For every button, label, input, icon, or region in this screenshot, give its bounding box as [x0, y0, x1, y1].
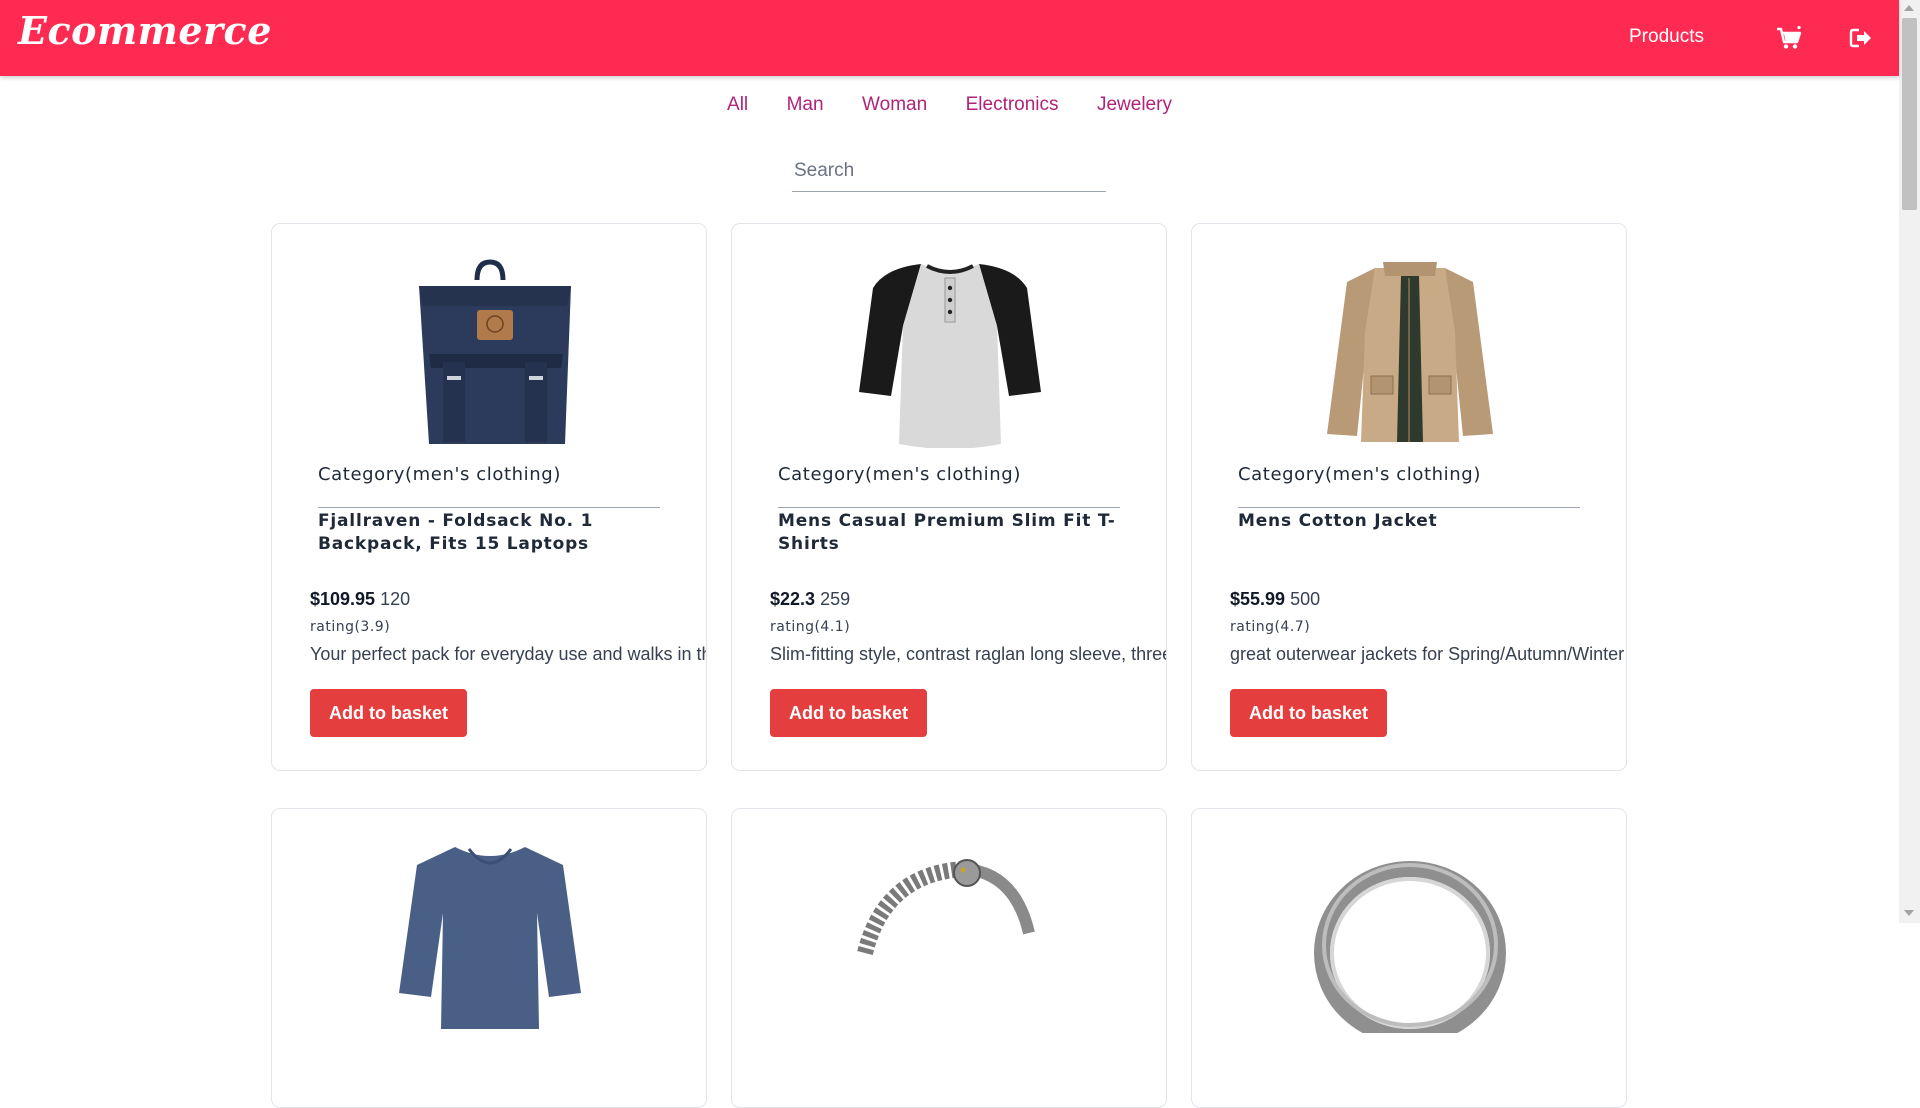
product-count: 500	[1290, 589, 1321, 609]
product-description: Your perfect pack for everyday use and w…	[310, 644, 706, 664]
cotton-jacket-image	[1327, 262, 1493, 442]
filter-man[interactable]: Man	[787, 94, 824, 116]
cart-icon[interactable]	[1775, 24, 1803, 52]
product-rating: rating(4.1)	[770, 619, 851, 635]
product-title: Mens Casual Premium Slim Fit T-Shirts	[778, 511, 1116, 554]
scroll-up-arrow-icon[interactable]	[1904, 5, 1914, 11]
product-title: Fjallraven - Foldsack No. 1 Backpack, Fi…	[318, 511, 594, 554]
divider	[1238, 507, 1580, 508]
raglan-shirt-image	[859, 264, 1041, 448]
brand-logo[interactable]: Ecommerce	[18, 8, 272, 53]
long-sleeve-tee-image	[399, 847, 581, 1029]
silver-ring-image	[1314, 861, 1506, 1033]
search-input[interactable]	[792, 150, 1106, 192]
product-price: $22.3	[770, 589, 816, 609]
filter-woman[interactable]: Woman	[862, 94, 927, 116]
page-scrollbar[interactable]	[1899, 0, 1920, 923]
product-card: Category(men's clothing) Mens Casual Pre…	[731, 223, 1167, 771]
filter-all[interactable]: All	[727, 94, 748, 116]
product-category: Category(men's clothing)	[778, 464, 1021, 485]
filter-jewelery[interactable]: Jewelery	[1097, 94, 1172, 116]
add-to-basket-button[interactable]: Add to basket	[310, 689, 467, 737]
product-rating: rating(4.7)	[1230, 619, 1311, 635]
product-description: great outerwear jackets for Spring/Autum…	[1230, 644, 1625, 664]
product-count: 259	[820, 589, 851, 609]
logout-icon[interactable]	[1847, 24, 1875, 52]
filter-electronics[interactable]: Electronics	[966, 94, 1059, 116]
product-card	[731, 808, 1167, 1108]
backpack-image	[419, 259, 571, 444]
product-card: Category(men's clothing) Fjallraven - Fo…	[271, 223, 707, 771]
product-category: Category(men's clothing)	[1238, 464, 1481, 485]
divider	[318, 507, 660, 508]
product-card: Category(men's clothing) Mens Cotton Jac…	[1191, 223, 1627, 771]
add-to-basket-button[interactable]: Add to basket	[1230, 689, 1387, 737]
category-filters: All Man Woman Electronics Jewelery	[0, 94, 1899, 116]
divider	[778, 507, 1120, 508]
top-navbar: Ecommerce Products	[0, 0, 1899, 76]
product-price: $109.95	[310, 589, 376, 609]
price-row: $109.95 120	[310, 589, 410, 610]
product-title: Mens Cotton Jacket	[1238, 511, 1438, 531]
product-count: 120	[380, 589, 411, 609]
product-description: Slim-fitting style, contrast raglan long…	[770, 644, 1166, 664]
product-card	[271, 808, 707, 1108]
scroll-down-arrow-icon[interactable]	[1904, 910, 1914, 916]
product-price: $55.99	[1230, 589, 1286, 609]
product-card	[1191, 808, 1627, 1108]
product-rating: rating(3.9)	[310, 619, 391, 635]
product-category: Category(men's clothing)	[318, 464, 561, 485]
dragon-bracelet-image	[857, 859, 1035, 956]
price-row: $22.3 259	[770, 589, 850, 610]
add-to-basket-button[interactable]: Add to basket	[770, 689, 927, 737]
nav-products-link[interactable]: Products	[1629, 26, 1704, 48]
scroll-thumb[interactable]	[1902, 18, 1917, 210]
price-row: $55.99 500	[1230, 589, 1320, 610]
